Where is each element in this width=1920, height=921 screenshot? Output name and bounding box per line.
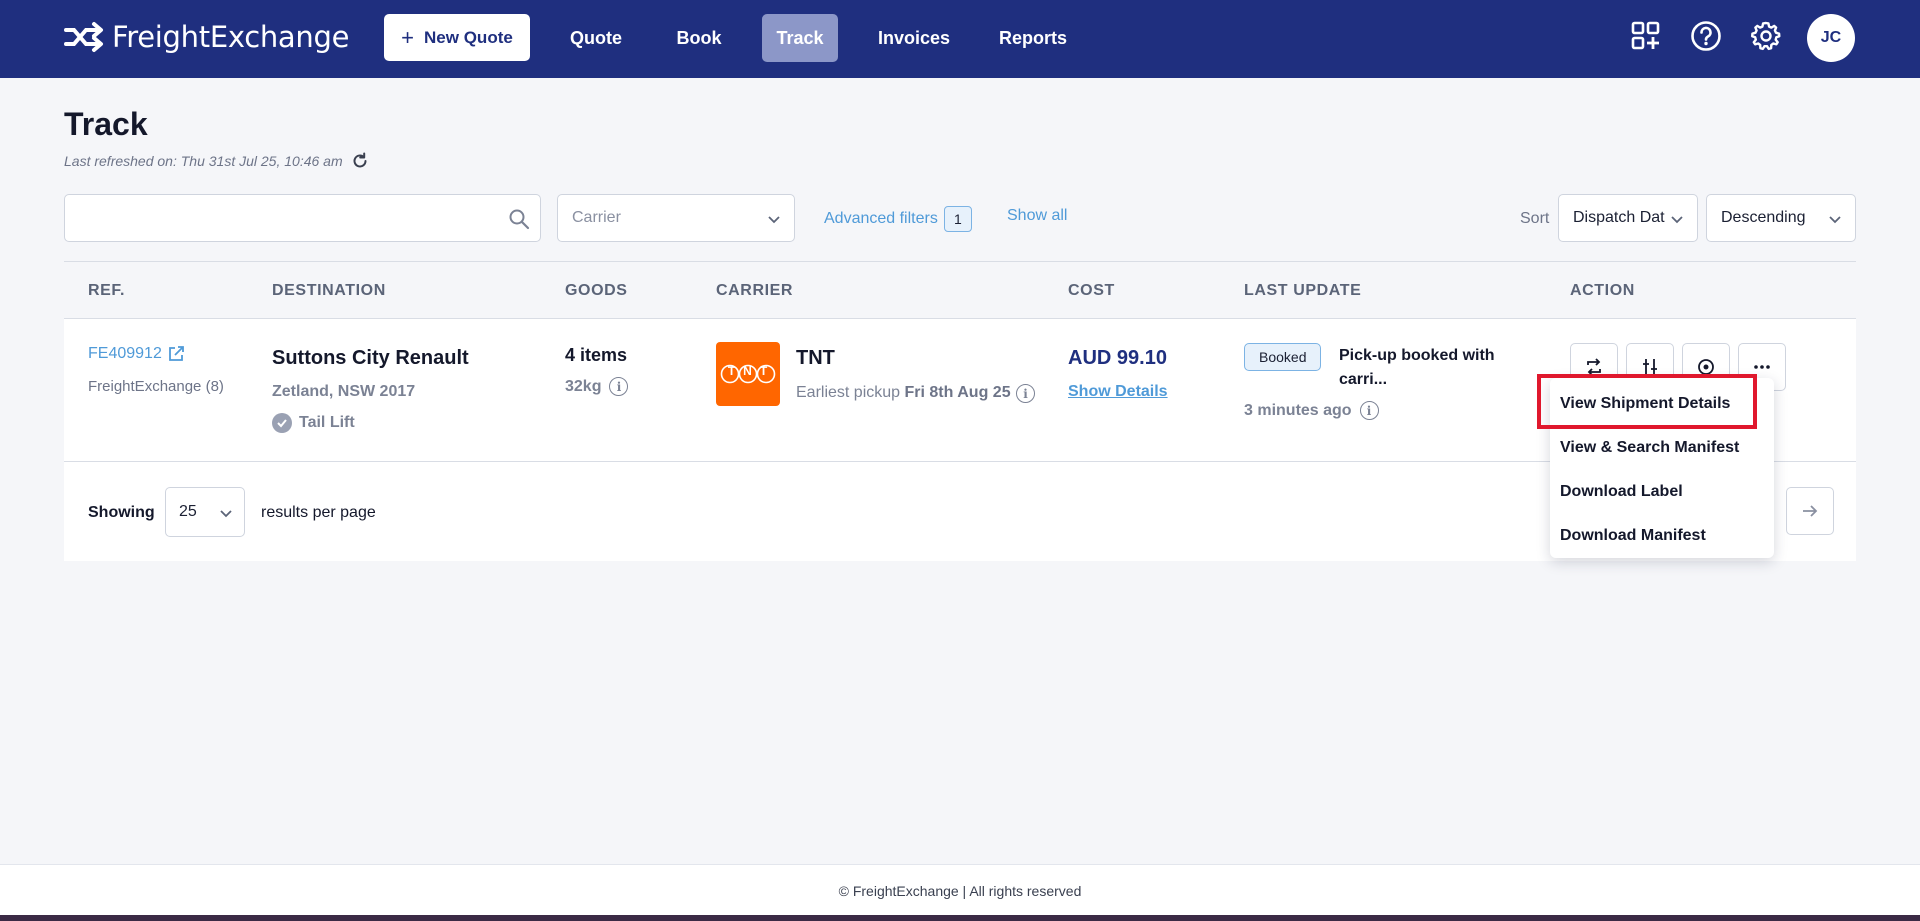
check-circle-icon xyxy=(272,413,292,433)
status-badge: Booked xyxy=(1244,343,1322,371)
next-page-button[interactable] xyxy=(1786,487,1834,535)
top-navigation-bar: FreightExchange + New Quote Quote Book T… xyxy=(0,0,1920,78)
nav-book[interactable]: Book xyxy=(658,14,740,62)
footer-text: © FreightExchange | All rights reserved xyxy=(838,883,1082,899)
last-update-time-value: 3 minutes ago xyxy=(1244,401,1352,419)
settings-gear-icon[interactable] xyxy=(1748,18,1784,54)
refresh-icon[interactable] xyxy=(351,152,369,170)
chevron-down-icon xyxy=(768,216,780,224)
pickup-date: Fri 8th Aug 25 xyxy=(904,384,1011,401)
new-quote-button[interactable]: + New Quote xyxy=(384,14,530,61)
ref-number: FE409912 xyxy=(88,345,162,362)
plus-icon: + xyxy=(401,24,415,50)
menu-item-download-manifest[interactable]: Download Manifest xyxy=(1560,527,1706,545)
last-update-time: 3 minutes ago i xyxy=(1244,401,1379,420)
per-page-select[interactable]: 25 xyxy=(165,487,245,537)
sort-order-value: Descending xyxy=(1721,209,1806,226)
ref-link[interactable]: FE409912 xyxy=(88,345,185,363)
goods-weight: 32kg i xyxy=(565,377,629,396)
tnt-logo-text: TNT xyxy=(727,364,776,378)
goods-weight-value: 32kg xyxy=(565,377,602,395)
nav-quote[interactable]: Quote xyxy=(554,14,638,62)
carrier-name: TNT xyxy=(796,347,835,369)
column-header-action: ACTION xyxy=(1570,282,1635,299)
show-details-link[interactable]: Show Details xyxy=(1068,383,1168,401)
sort-field-select[interactable]: Dispatch Dat xyxy=(1558,194,1698,242)
info-icon[interactable]: i xyxy=(609,377,629,396)
user-avatar[interactable]: JC xyxy=(1807,14,1855,62)
ref-account: FreightExchange (8) xyxy=(88,378,224,395)
goods-items: 4 items xyxy=(565,345,628,365)
apps-add-icon[interactable] xyxy=(1628,18,1664,54)
nav-track[interactable]: Track xyxy=(762,14,838,62)
column-header-goods: GOODS xyxy=(565,282,628,299)
search-icon[interactable] xyxy=(508,208,530,230)
nav-reports[interactable]: Reports xyxy=(990,14,1076,62)
table-header: REF. DESTINATION GOODS CARRIER COST LAST… xyxy=(64,261,1856,319)
destination-name: Suttons City Renault xyxy=(272,347,469,369)
column-header-cost: COST xyxy=(1068,282,1115,299)
help-icon[interactable] xyxy=(1688,18,1724,54)
column-header-ref: REF. xyxy=(88,282,126,299)
destination-address: Zetland, NSW 2017 xyxy=(272,383,416,400)
tail-lift-label: Tail Lift xyxy=(299,414,355,431)
taskbar-strip xyxy=(0,915,1920,921)
footer: © FreightExchange | All rights reserved xyxy=(0,864,1920,921)
carrier-select-value: Carrier xyxy=(572,209,621,226)
arrow-right-icon xyxy=(1803,505,1818,517)
menu-item-view-search-manifest[interactable]: View & Search Manifest xyxy=(1560,439,1739,457)
column-header-last-update: LAST UPDATE xyxy=(1244,282,1362,299)
logo-text: FreightExchange xyxy=(112,20,350,54)
menu-item-download-label[interactable]: Download Label xyxy=(1560,483,1683,501)
chevron-down-icon xyxy=(220,510,232,518)
external-link-icon xyxy=(168,346,184,361)
search-input[interactable] xyxy=(65,195,485,241)
freightexchange-logo-icon xyxy=(64,22,103,52)
column-header-destination: DESTINATION xyxy=(272,282,386,299)
advanced-filters-label: Advanced filters xyxy=(824,210,938,227)
info-icon[interactable]: i xyxy=(1359,401,1379,420)
last-refreshed-text: Last refreshed on: Thu 31st Jul 25, 10:4… xyxy=(64,153,343,169)
carrier-select[interactable]: Carrier xyxy=(557,194,795,242)
sort-field-value: Dispatch Dat xyxy=(1573,209,1665,226)
pickup-prefix: Earliest pickup xyxy=(796,384,901,401)
sort-order-select[interactable]: Descending xyxy=(1706,194,1856,242)
chevron-down-icon xyxy=(1829,216,1841,224)
advanced-filters-count-badge: 1 xyxy=(943,206,972,232)
column-header-carrier: CARRIER xyxy=(716,282,794,299)
results-per-page-label: results per page xyxy=(261,504,376,521)
show-all-link[interactable]: Show all xyxy=(1007,207,1067,225)
cost-value: AUD 99.10 xyxy=(1068,347,1167,369)
showing-label: Showing xyxy=(88,504,155,521)
chevron-down-icon xyxy=(1671,216,1683,224)
info-icon[interactable]: i xyxy=(1016,384,1035,403)
earliest-pickup: Earliest pickup Fri 8th Aug 25 i xyxy=(796,381,1035,405)
last-refreshed: Last refreshed on: Thu 31st Jul 25, 10:4… xyxy=(64,152,369,170)
highlight-outline xyxy=(1537,374,1757,429)
nav-invoices[interactable]: Invoices xyxy=(866,14,962,62)
search-box xyxy=(64,194,541,242)
per-page-value: 25 xyxy=(179,503,197,520)
new-quote-label: New Quote xyxy=(424,27,513,47)
status-text: Pick-up booked with carri... xyxy=(1339,347,1495,388)
logo[interactable]: FreightExchange xyxy=(64,20,349,54)
tail-lift-tag: Tail Lift xyxy=(272,413,355,433)
tnt-logo: TNT xyxy=(716,342,780,406)
sort-label: Sort xyxy=(1520,210,1550,227)
page-title: Track xyxy=(64,106,148,142)
advanced-filters-link[interactable]: Advanced filters 1 xyxy=(824,206,972,232)
